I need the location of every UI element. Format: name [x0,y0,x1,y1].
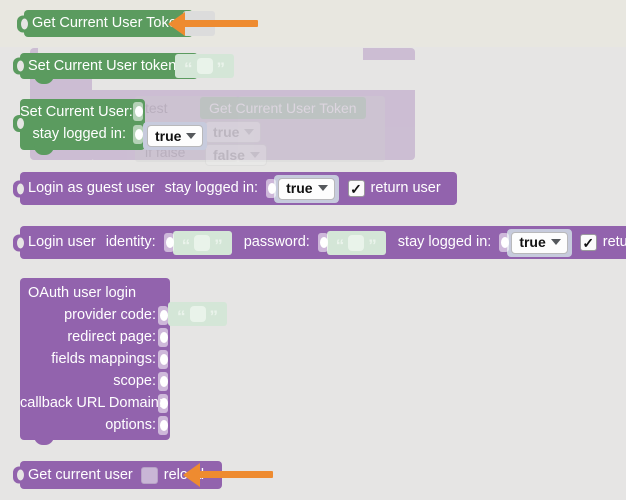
block-set-current-user-token[interactable]: Set Current User token: [13,53,199,84]
stay-logged-in-label: stay logged in: [397,234,492,251]
block-label: Set Current User token: [28,57,181,74]
stay-logged-in-label: stay logged in: [32,126,126,142]
text-field[interactable] [348,234,365,251]
return-user-label: return user [602,234,626,251]
left-plug-icon [13,234,24,251]
identity-label: identity: [105,234,156,251]
dropdown-set-current-user-stay-logged-in[interactable]: true [143,122,208,150]
block-label: Login as guest user [28,180,155,197]
oauth-value-socket-notch [158,328,168,347]
block-login-user[interactable]: Login user identity: “ ” password: “ ” s… [13,226,626,259]
chevron-down-icon [244,128,255,135]
oauth-row-label: callback URL Domain: [20,395,163,411]
string-input-password[interactable]: “ ” [326,230,386,255]
ghost-false-dropdown: false [205,144,267,166]
checkbox-return-user[interactable]: ✓ [347,180,365,197]
password-label: password: [243,234,310,251]
dropdown-login-user-stay-logged-in[interactable]: true [507,228,572,257]
block-set-current-user[interactable]: Set Current User: stay logged in: [13,99,145,155]
oauth-value-socket-notch [158,306,168,325]
checkbox-reload[interactable] [140,466,158,484]
dd-value: true [155,127,182,144]
block-oauth-user-login[interactable]: OAuth user login provider code: redirect … [20,278,170,445]
left-plug-icon [13,180,24,197]
block-label: Set Current User: [20,104,133,120]
dd-value: true [286,180,313,196]
dd-value: true [213,123,240,140]
value-socket-notch-stay [499,233,510,252]
oauth-value-socket-notch [158,350,168,369]
text-field[interactable] [194,234,211,251]
dd-value: false [213,146,245,163]
value-socket-notch-password [317,233,328,252]
block-label: OAuth user login [28,285,137,301]
arrow-to-get-current-user [183,463,273,487]
value-socket-notch-identity [163,233,174,252]
oauth-value-socket-notch [158,416,168,435]
string-input-token[interactable]: “ ” [175,54,234,78]
left-plug-icon [13,57,24,75]
block-label: Get current user [28,466,133,483]
oauth-value-socket-notch [158,372,168,391]
checkbox-return-user[interactable]: ✓ [579,234,597,251]
left-plug-icon [17,15,28,32]
stay-logged-in-label: stay logged in: [164,180,259,197]
oauth-value-socket-notch [158,394,168,413]
chevron-down-icon [550,239,561,245]
string-input-identity[interactable]: “ ” [172,230,232,255]
bottom-nub-icon [34,436,54,445]
left-plug-icon [13,466,24,484]
chevron-down-icon [186,132,197,139]
dropdown-guest-stay-logged-in[interactable]: true [274,174,339,203]
value-socket-notch-1 [133,102,143,121]
value-socket-notch-2 [133,125,143,144]
text-field[interactable] [196,58,213,74]
dd-value: true [519,234,546,250]
block-login-as-guest-user[interactable]: Login as guest user stay logged in: true… [13,172,457,205]
oauth-row-label: options: [105,417,156,433]
ghost-token-chip: Get Current User Token [200,97,366,119]
blocks-canvas: Get Current User Token Set Current User … [0,0,626,500]
return-user-label: return user [370,180,441,197]
oauth-row-label: fields mappings: [51,351,156,367]
ghost-test-label: test [145,100,168,116]
oauth-row-label: scope: [113,373,156,389]
oauth-row-label: redirect page: [67,329,156,345]
block-label: Login user [28,234,96,251]
string-input-provider-code[interactable]: “ ” [168,302,227,326]
text-field[interactable] [189,306,206,322]
ghost-true-dropdown: true [205,121,262,143]
arrow-to-get-current-user-token [168,12,258,36]
value-socket-notch [266,179,277,198]
oauth-row-label: provider code: [64,307,156,323]
chevron-down-icon [249,151,260,158]
chevron-down-icon [317,185,328,191]
